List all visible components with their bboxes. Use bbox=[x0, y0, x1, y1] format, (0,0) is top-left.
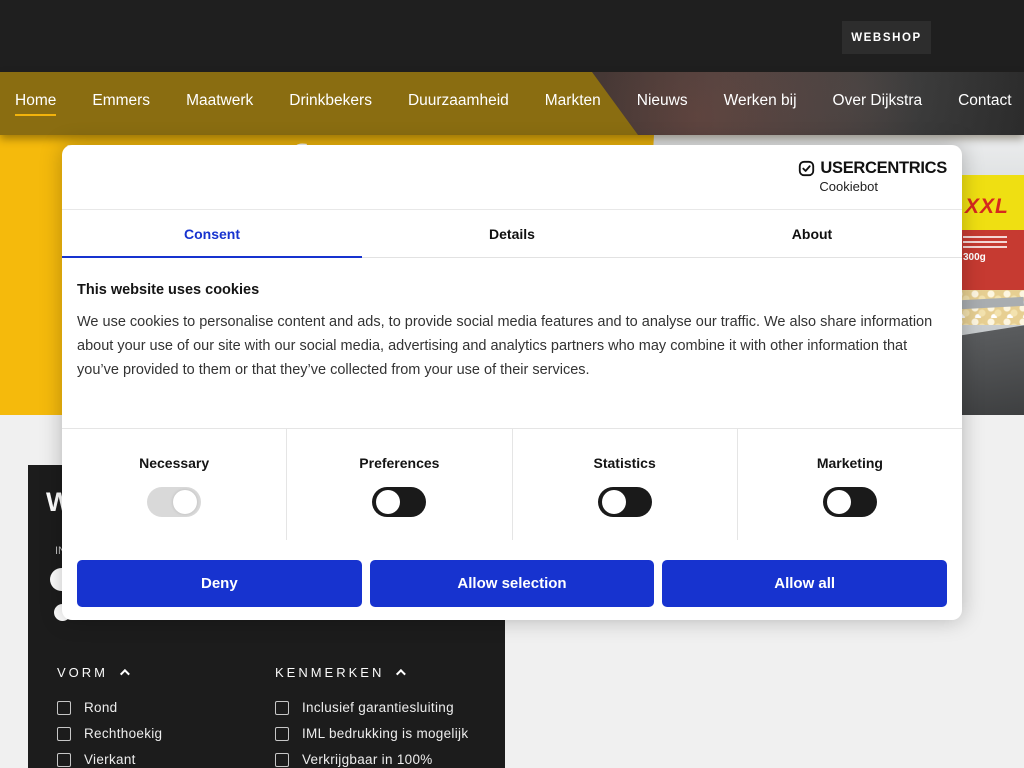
category-preferences: Preferences bbox=[287, 429, 512, 540]
nav-item-drinkbekers[interactable]: Drinkbekers bbox=[289, 92, 372, 116]
tab-consent[interactable]: Consent bbox=[62, 210, 362, 257]
checkbox-icon[interactable] bbox=[57, 753, 71, 767]
filter-option-label: Vierkant bbox=[84, 752, 136, 767]
category-statistics: Statistics bbox=[513, 429, 738, 540]
filter-group-title: KENMERKEN bbox=[275, 665, 384, 680]
deny-button[interactable]: Deny bbox=[77, 560, 362, 607]
package-text-line bbox=[963, 246, 1007, 248]
allow-all-button[interactable]: Allow all bbox=[662, 560, 947, 607]
nav-item-markten[interactable]: Markten bbox=[545, 92, 601, 116]
toggle-knob bbox=[173, 490, 197, 514]
package-xxl-label: XXL bbox=[955, 175, 1024, 230]
package-weight: 300g bbox=[963, 252, 1024, 263]
brand-name: USERCENTRICS bbox=[820, 159, 947, 178]
dialog-buttons: Deny Allow selection Allow all bbox=[77, 560, 947, 607]
toggle-knob bbox=[827, 490, 851, 514]
usercentrics-cookiebot-logo: USERCENTRICS Cookiebot bbox=[798, 159, 947, 194]
filter-option-label: Inclusief garantiesluiting bbox=[302, 700, 454, 715]
nav-item-emmers[interactable]: Emmers bbox=[92, 92, 150, 116]
toggle-marketing[interactable] bbox=[823, 487, 877, 517]
category-label: Marketing bbox=[738, 455, 962, 471]
package-text-line bbox=[963, 241, 1007, 243]
category-marketing: Marketing bbox=[738, 429, 962, 540]
package-red-band: 300g bbox=[955, 230, 1024, 290]
dialog-description: We use cookies to personalise content an… bbox=[77, 310, 947, 382]
filter-option-label: IML bedrukking is mogelijk bbox=[302, 726, 468, 741]
filter-option-iml-bedrukking[interactable]: IML bedrukking is mogelijk bbox=[275, 726, 495, 741]
dialog-tabs: Consent Details About bbox=[62, 209, 962, 258]
filter-group-vorm-header[interactable]: VORM bbox=[57, 665, 275, 680]
tab-details[interactable]: Details bbox=[362, 210, 662, 257]
filter-option-garantiesluiting[interactable]: Inclusief garantiesluiting bbox=[275, 700, 495, 715]
filter-group-title: VORM bbox=[57, 665, 108, 680]
filter-group-kenmerken-header[interactable]: KENMERKEN bbox=[275, 665, 495, 680]
category-necessary: Necessary bbox=[62, 429, 287, 540]
nav-items: Home Emmers Maatwerk Drinkbekers Duurzaa… bbox=[0, 72, 1024, 135]
page: WEBSHOP Home Emmers Maatwerk Drinkbekers… bbox=[0, 0, 1024, 768]
chevron-up-icon bbox=[396, 669, 406, 679]
toggle-knob bbox=[602, 490, 626, 514]
filter-option-rechthoekig[interactable]: Rechthoekig bbox=[57, 726, 275, 741]
toggle-preferences[interactable] bbox=[372, 487, 426, 517]
checkbox-icon[interactable] bbox=[275, 753, 289, 767]
category-label: Statistics bbox=[513, 455, 737, 471]
brand-product: Cookiebot bbox=[819, 179, 947, 194]
cookie-consent-dialog: USERCENTRICS Cookiebot Consent Details A… bbox=[62, 145, 962, 620]
category-label: Necessary bbox=[62, 455, 286, 471]
checkbox-icon[interactable] bbox=[57, 701, 71, 715]
toggle-knob bbox=[376, 490, 400, 514]
top-bar: WEBSHOP bbox=[0, 0, 1024, 72]
package-text-line bbox=[963, 236, 1007, 238]
consent-categories: Necessary Preferences Statistics Marketi… bbox=[62, 428, 962, 540]
filter-option-vierkant[interactable]: Vierkant bbox=[57, 752, 275, 767]
nav-item-maatwerk[interactable]: Maatwerk bbox=[186, 92, 253, 116]
shield-check-icon bbox=[798, 160, 815, 177]
checkbox-icon[interactable] bbox=[57, 727, 71, 741]
filter-panel-text-partial: IN bbox=[55, 545, 62, 557]
checkbox-icon[interactable] bbox=[275, 727, 289, 741]
toggle-statistics[interactable] bbox=[598, 487, 652, 517]
chevron-up-icon bbox=[120, 669, 130, 679]
filter-option-label: Rechthoekig bbox=[84, 726, 162, 741]
nav-item-werken-bij[interactable]: Werken bij bbox=[724, 92, 797, 116]
dialog-body: This website uses cookies We use cookies… bbox=[62, 258, 962, 382]
filter-option-rond[interactable]: Rond bbox=[57, 700, 275, 715]
webshop-button[interactable]: WEBSHOP bbox=[842, 21, 931, 54]
main-nav: Home Emmers Maatwerk Drinkbekers Duurzaa… bbox=[0, 72, 1024, 135]
nav-item-nieuws[interactable]: Nieuws bbox=[637, 92, 688, 116]
toggle-necessary[interactable] bbox=[147, 487, 201, 517]
filter-option-verkrijgbaar-100[interactable]: Verkrijgbaar in 100% bbox=[275, 752, 495, 767]
allow-selection-button[interactable]: Allow selection bbox=[370, 560, 655, 607]
filter-group-vorm: VORM Rond Rechthoekig Vierkant bbox=[57, 665, 275, 768]
filter-option-label: Verkrijgbaar in 100% bbox=[302, 752, 433, 767]
tab-about[interactable]: About bbox=[662, 210, 962, 257]
nav-item-home[interactable]: Home bbox=[15, 92, 56, 116]
filter-group-kenmerken: KENMERKEN Inclusief garantiesluiting IML… bbox=[275, 665, 495, 768]
nav-item-contact[interactable]: Contact bbox=[958, 92, 1011, 116]
dialog-heading: This website uses cookies bbox=[77, 282, 947, 298]
checkbox-icon[interactable] bbox=[275, 701, 289, 715]
nav-item-duurzaamheid[interactable]: Duurzaamheid bbox=[408, 92, 509, 116]
category-label: Preferences bbox=[287, 455, 511, 471]
nav-item-over-dijkstra[interactable]: Over Dijkstra bbox=[833, 92, 923, 116]
filter-option-label: Rond bbox=[84, 700, 117, 715]
filter-groups: VORM Rond Rechthoekig Vierkant bbox=[28, 665, 505, 768]
dialog-header: USERCENTRICS Cookiebot bbox=[62, 145, 962, 209]
